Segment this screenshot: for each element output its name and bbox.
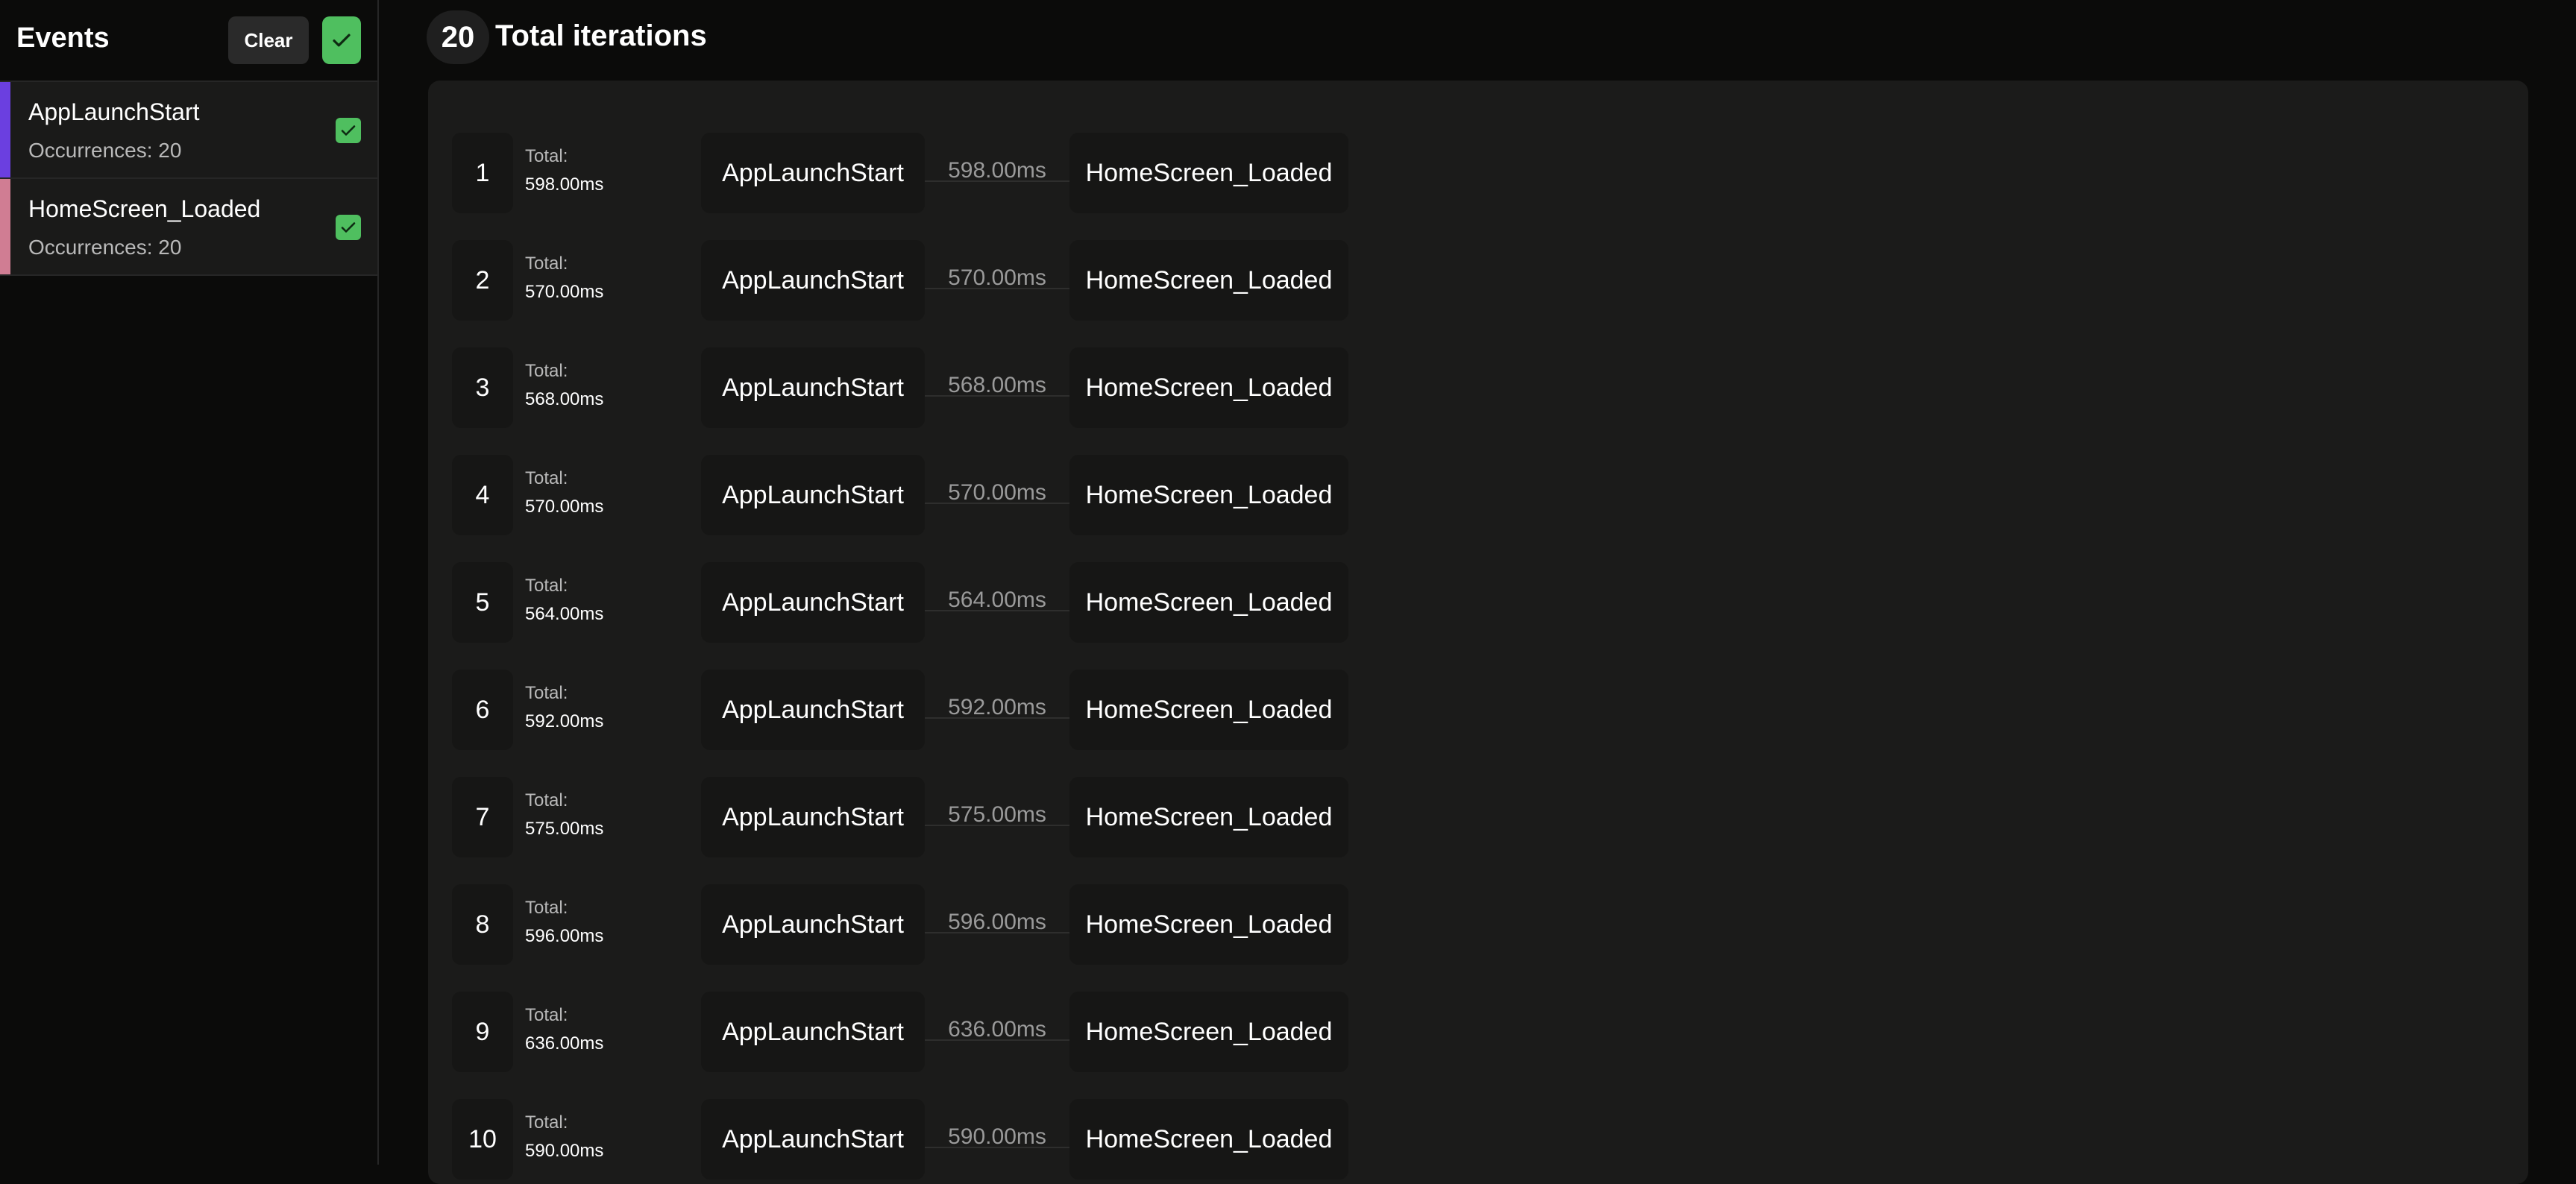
iteration-row[interactable]: 2 Total: 570.00ms AppLaunchStart 570.00ms Hom…: [452, 237, 1779, 324]
iteration-number: 1: [452, 133, 513, 213]
duration-label: 564.00ms: [925, 588, 1069, 612]
end-event-box[interactable]: HomeScreen_Loaded: [1069, 884, 1348, 965]
start-event-box[interactable]: AppLaunchStart: [701, 133, 925, 213]
end-event-box[interactable]: HomeScreen_Loaded: [1069, 562, 1348, 643]
end-event-box[interactable]: HomeScreen_Loaded: [1069, 777, 1348, 857]
iteration-row[interactable]: 7 Total: 575.00ms AppLaunchStart 575.00ms Hom…: [452, 774, 1779, 860]
iteration-number: 8: [452, 884, 513, 965]
total-label: Total:: [525, 576, 568, 596]
start-event-box[interactable]: AppLaunchStart: [701, 777, 925, 857]
total-label: Total:: [525, 1005, 568, 1025]
start-event-box[interactable]: AppLaunchStart: [701, 240, 925, 321]
event-color-bar: [0, 82, 10, 177]
total-value: 636.00ms: [525, 1033, 604, 1054]
select-all-button[interactable]: [322, 16, 361, 64]
event-item-homescreen-loaded[interactable]: HomeScreen_Loaded Occurrences: 20: [0, 179, 377, 276]
event-checkbox[interactable]: [336, 118, 361, 143]
iteration-row[interactable]: 10 Total: 590.00ms AppLaunchStart 590.00ms Ho…: [452, 1096, 1779, 1183]
duration-label: 590.00ms: [925, 1124, 1069, 1149]
duration-label: 570.00ms: [925, 265, 1069, 290]
start-event-box[interactable]: AppLaunchStart: [701, 455, 925, 535]
iteration-row[interactable]: 5 Total: 564.00ms AppLaunchStart 564.00ms Hom…: [452, 559, 1779, 646]
event-color-bar: [0, 179, 10, 274]
event-checkbox[interactable]: [336, 215, 361, 240]
start-event-box[interactable]: AppLaunchStart: [701, 670, 925, 750]
end-event-box[interactable]: HomeScreen_Loaded: [1069, 240, 1348, 321]
total-label: Total:: [525, 683, 568, 703]
event-item-applaunchstart[interactable]: AppLaunchStart Occurrences: 20: [0, 82, 377, 179]
duration-label: 575.00ms: [925, 802, 1069, 827]
event-name: HomeScreen_Loaded: [28, 195, 261, 222]
checkmark-icon: [341, 125, 356, 136]
events-sidebar: Events Clear AppLaunchStart Occurrences:…: [0, 0, 379, 1165]
clear-button[interactable]: Clear: [228, 16, 309, 64]
event-occurrences: Occurrences: 20: [28, 139, 182, 162]
end-event-box[interactable]: HomeScreen_Loaded: [1069, 1099, 1348, 1180]
total-value: 598.00ms: [525, 174, 604, 195]
start-event-box[interactable]: AppLaunchStart: [701, 562, 925, 643]
iteration-number: 4: [452, 455, 513, 535]
iteration-row[interactable]: 1 Total: 598.00ms AppLaunchStart 598.00ms Hom…: [452, 130, 1779, 216]
page-title: Total iterations: [495, 19, 707, 52]
duration-label: 570.00ms: [925, 480, 1069, 505]
end-event-box[interactable]: HomeScreen_Loaded: [1069, 133, 1348, 213]
sidebar-header: Events Clear: [0, 0, 377, 82]
total-label: Total:: [525, 361, 568, 381]
duration-label: 636.00ms: [925, 1017, 1069, 1042]
iteration-row[interactable]: 8 Total: 596.00ms AppLaunchStart 596.00ms Hom…: [452, 881, 1779, 968]
event-name: AppLaunchStart: [28, 98, 200, 125]
start-event-box[interactable]: AppLaunchStart: [701, 992, 925, 1072]
duration-label: 598.00ms: [925, 158, 1069, 183]
total-value: 568.00ms: [525, 389, 604, 409]
total-label: Total:: [525, 1112, 568, 1133]
total-value: 564.00ms: [525, 604, 604, 624]
iteration-number: 2: [452, 240, 513, 321]
iteration-row[interactable]: 4 Total: 570.00ms AppLaunchStart 570.00ms Hom…: [452, 452, 1779, 538]
total-value: 570.00ms: [525, 282, 604, 302]
total-value: 570.00ms: [525, 497, 604, 517]
duration-label: 592.00ms: [925, 695, 1069, 719]
total-value: 596.00ms: [525, 926, 604, 946]
start-event-box[interactable]: AppLaunchStart: [701, 347, 925, 428]
total-value: 575.00ms: [525, 819, 604, 839]
total-value: 592.00ms: [525, 711, 604, 731]
checkmark-icon: [333, 34, 351, 47]
iteration-number: 5: [452, 562, 513, 643]
iterations-count-badge: 20: [427, 10, 489, 64]
event-occurrences: Occurrences: 20: [28, 236, 182, 259]
total-label: Total:: [525, 468, 568, 488]
duration-label: 568.00ms: [925, 373, 1069, 397]
start-event-box[interactable]: AppLaunchStart: [701, 1099, 925, 1180]
iteration-row[interactable]: 9 Total: 636.00ms AppLaunchStart 636.00ms Hom…: [452, 989, 1779, 1075]
total-value: 590.00ms: [525, 1141, 604, 1161]
total-label: Total:: [525, 146, 568, 166]
sidebar-title: Events: [16, 22, 110, 54]
end-event-box[interactable]: HomeScreen_Loaded: [1069, 670, 1348, 750]
checkmark-icon: [341, 222, 356, 233]
iteration-row[interactable]: 3 Total: 568.00ms AppLaunchStart 568.00ms Hom…: [452, 344, 1779, 431]
start-event-box[interactable]: AppLaunchStart: [701, 884, 925, 965]
end-event-box[interactable]: HomeScreen_Loaded: [1069, 347, 1348, 428]
total-label: Total:: [525, 254, 568, 274]
iteration-number: 3: [452, 347, 513, 428]
iteration-row[interactable]: 6 Total: 592.00ms AppLaunchStart 592.00ms Hom…: [452, 667, 1779, 753]
iteration-number: 6: [452, 670, 513, 750]
end-event-box[interactable]: HomeScreen_Loaded: [1069, 992, 1348, 1072]
iterations-panel: 1 Total: 598.00ms AppLaunchStart 598.00ms Hom…: [428, 81, 2528, 1184]
total-label: Total:: [525, 790, 568, 810]
iteration-number: 9: [452, 992, 513, 1072]
total-label: Total:: [525, 898, 568, 918]
end-event-box[interactable]: HomeScreen_Loaded: [1069, 455, 1348, 535]
duration-label: 596.00ms: [925, 910, 1069, 934]
iteration-number: 10: [452, 1099, 513, 1180]
iteration-number: 7: [452, 777, 513, 857]
